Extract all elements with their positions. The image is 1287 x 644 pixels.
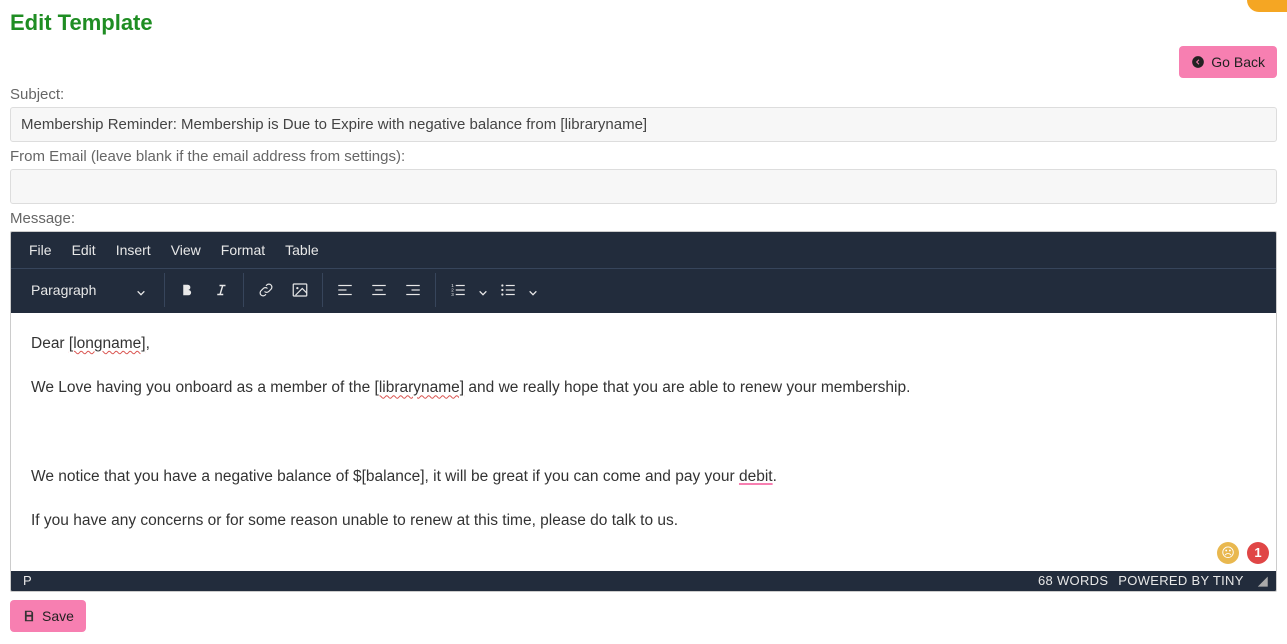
text: We Love having you onboard as a member o… bbox=[31, 379, 375, 396]
body-line-1: Dear [longname], bbox=[31, 331, 1256, 357]
save-label: Save bbox=[42, 608, 74, 624]
chevron-down-icon[interactable] bbox=[478, 285, 488, 295]
image-button[interactable] bbox=[286, 276, 314, 304]
menu-edit[interactable]: Edit bbox=[62, 232, 106, 268]
bullet-list-button[interactable] bbox=[494, 276, 522, 304]
subject-label: Subject: bbox=[10, 86, 1277, 103]
format-dropdown-label: Paragraph bbox=[31, 282, 96, 298]
align-right-button[interactable] bbox=[399, 276, 427, 304]
resize-handle[interactable]: ◢ bbox=[1258, 573, 1268, 589]
face-sad-icon[interactable]: ☹ bbox=[1217, 542, 1239, 564]
align-left-button[interactable] bbox=[331, 276, 359, 304]
text: We notice that you have a negative balan… bbox=[31, 468, 739, 485]
text: , bbox=[146, 335, 150, 352]
chevron-down-icon[interactable] bbox=[528, 285, 538, 295]
go-back-label: Go Back bbox=[1211, 54, 1265, 70]
bold-button[interactable] bbox=[173, 276, 201, 304]
body-line-2: We Love having you onboard as a member o… bbox=[31, 375, 1256, 401]
format-dropdown[interactable]: Paragraph bbox=[25, 276, 156, 304]
from-email-input[interactable] bbox=[10, 169, 1277, 204]
save-icon bbox=[22, 609, 36, 623]
text: . bbox=[773, 468, 777, 485]
token-longname: [longname] bbox=[69, 335, 146, 352]
menu-format[interactable]: Format bbox=[211, 232, 275, 268]
rich-text-editor: File Edit Insert View Format Table Parag… bbox=[10, 231, 1277, 592]
save-button[interactable]: Save bbox=[10, 600, 86, 632]
header-accent bbox=[1247, 0, 1287, 12]
text: Dear bbox=[31, 335, 69, 352]
menu-table[interactable]: Table bbox=[275, 232, 328, 268]
word-debit: debit bbox=[739, 468, 773, 485]
from-email-label: From Email (leave blank if the email add… bbox=[10, 148, 1277, 165]
align-center-button[interactable] bbox=[365, 276, 393, 304]
text: and we really hope that you are able to … bbox=[464, 379, 910, 396]
page-title: Edit Template bbox=[10, 10, 1277, 36]
issue-count-badge[interactable]: 1 bbox=[1247, 542, 1269, 564]
editor-menubar: File Edit Insert View Format Table bbox=[11, 232, 1276, 268]
italic-button[interactable] bbox=[207, 276, 235, 304]
menu-file[interactable]: File bbox=[19, 232, 62, 268]
link-button[interactable] bbox=[252, 276, 280, 304]
status-path[interactable]: P bbox=[23, 573, 32, 588]
subject-input[interactable] bbox=[10, 107, 1277, 142]
svg-text:3: 3 bbox=[452, 292, 455, 297]
message-label: Message: bbox=[10, 210, 1277, 227]
word-count: 68 WORDS bbox=[1038, 573, 1108, 588]
body-line-3: We notice that you have a negative balan… bbox=[31, 464, 1256, 490]
chevron-down-icon bbox=[136, 285, 146, 295]
token-libraryname: [libraryname] bbox=[375, 379, 465, 396]
body-line-4: If you have any concerns or for some rea… bbox=[31, 508, 1256, 534]
editor-content[interactable]: Dear [longname], We Love having you onbo… bbox=[11, 313, 1276, 571]
editor-statusbar: P 68 WORDS POWERED BY TINY ◢ bbox=[11, 571, 1276, 591]
powered-by[interactable]: POWERED BY TINY bbox=[1118, 573, 1243, 588]
editor-toolbar: Paragraph 123 bbox=[11, 268, 1276, 313]
body-blank bbox=[31, 420, 1256, 446]
go-back-button[interactable]: Go Back bbox=[1179, 46, 1277, 78]
numbered-list-button[interactable]: 123 bbox=[444, 276, 472, 304]
menu-view[interactable]: View bbox=[161, 232, 211, 268]
menu-insert[interactable]: Insert bbox=[106, 232, 161, 268]
back-icon bbox=[1191, 55, 1205, 69]
